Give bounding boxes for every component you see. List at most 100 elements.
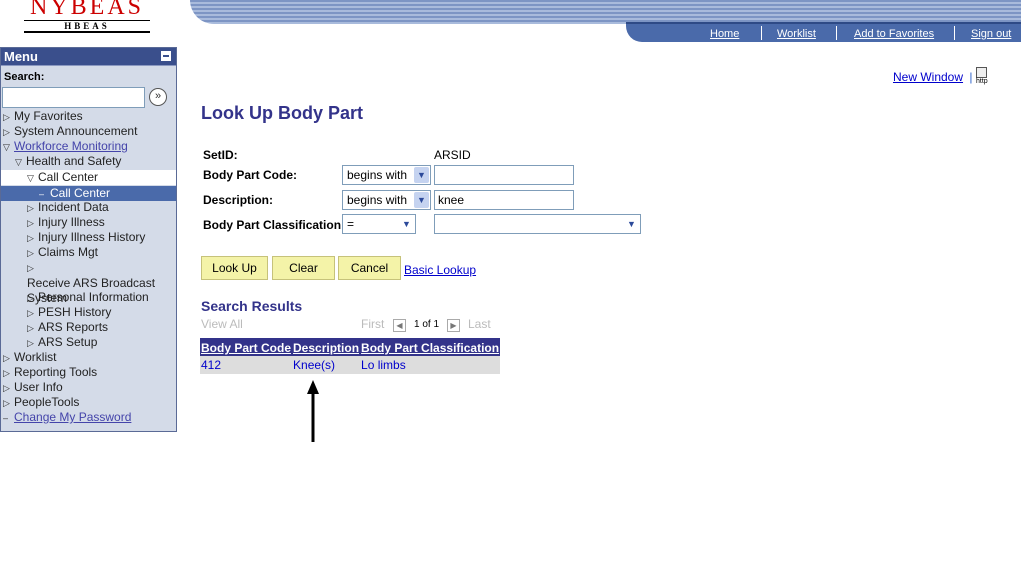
menu-item-label[interactable]: Health and Safety — [26, 154, 121, 168]
menu-item[interactable]: ▷ Injury Illness — [1, 215, 176, 230]
code-operator-value: begins with — [347, 168, 408, 182]
classification-select[interactable]: ▼ — [434, 214, 641, 234]
menu-item-label[interactable]: PeopleTools — [14, 395, 79, 409]
page-title: Look Up Body Part — [201, 103, 364, 123]
chevron-down-icon[interactable]: ▼ — [624, 216, 639, 232]
menu-item[interactable]: ▷ Reporting Tools — [1, 365, 176, 380]
menu-item-label[interactable]: Personal Information — [38, 290, 149, 304]
menu-item-label[interactable]: Claims Mgt — [38, 245, 98, 259]
code-input[interactable] — [434, 165, 574, 185]
view-all-link: View All — [201, 317, 243, 331]
menu-item-label[interactable]: Injury Illness History — [38, 230, 145, 244]
column-header-code[interactable]: Body Part Code — [200, 338, 293, 356]
menu-item[interactable]: ▷ System Announcement — [1, 124, 176, 139]
header-band — [190, 0, 1021, 24]
description-operator-select[interactable]: begins with ▼ — [342, 190, 431, 210]
menu-item-label[interactable]: Change My Password — [14, 410, 131, 424]
chevron-down-icon[interactable]: ▼ — [414, 192, 429, 208]
menu-item[interactable]: ▷ Incident Data — [1, 200, 176, 215]
triangle-right-icon: ▷ — [27, 308, 34, 318]
menu-item-label[interactable]: Worklist — [14, 350, 56, 364]
menu-item[interactable]: – Change My Password — [1, 410, 176, 425]
result-description-link[interactable]: Knee(s) — [293, 358, 335, 372]
menu-item-label[interactable]: User Info — [14, 380, 63, 394]
menu-header: Menu — [1, 48, 176, 66]
basic-lookup-link[interactable]: Basic Lookup — [404, 263, 476, 277]
triangle-right-icon: ▷ — [3, 353, 10, 363]
menu-item-label[interactable]: ARS Setup — [38, 335, 97, 349]
chevron-down-icon[interactable]: ▼ — [414, 167, 429, 183]
clear-button[interactable]: Clear — [272, 256, 335, 280]
search-label: Search: — [4, 71, 45, 83]
menu-item-label[interactable]: PESH History — [38, 305, 111, 319]
logo-title: NYBEAS — [29, 0, 144, 20]
result-code-link[interactable]: 412 — [201, 358, 221, 372]
classification-operator-select[interactable]: = ▼ — [342, 214, 416, 234]
search-go-icon[interactable]: » — [149, 88, 167, 106]
menu-search-input[interactable] — [2, 87, 145, 108]
classification-operator-value: = — [347, 217, 355, 231]
table-row: 412 Knee(s) Lo limbs — [200, 356, 501, 374]
triangle-right-icon: ▷ — [27, 203, 34, 213]
menu-item-label[interactable]: My Favorites — [14, 109, 83, 123]
triangle-right-icon: ▷ — [27, 338, 34, 348]
menu-item[interactable]: ▽ Call Center — [1, 170, 176, 185]
look-up-button[interactable]: Look Up — [201, 256, 268, 280]
last-link: Last — [468, 317, 491, 331]
home-link[interactable]: Home — [710, 28, 739, 40]
column-header-classification[interactable]: Body Part Classification — [360, 338, 501, 356]
add-to-favorites-link[interactable]: Add to Favorites — [854, 28, 934, 40]
triangle-right-icon: ▷ — [27, 233, 34, 243]
setid-label: SetID: — [203, 148, 238, 162]
menu-item[interactable]: ▷ PESH History — [1, 305, 176, 320]
code-operator-select[interactable]: begins with ▼ — [342, 165, 431, 185]
sign-out-link[interactable]: Sign out — [971, 28, 1011, 40]
triangle-right-icon: ▷ — [3, 398, 10, 408]
divider — [954, 26, 955, 40]
triangle-right-icon: ▷ — [27, 263, 34, 273]
menu-item-label[interactable]: Incident Data — [38, 200, 109, 214]
menu-item[interactable]: ▷ ARS Reports — [1, 320, 176, 335]
divider — [836, 26, 837, 40]
menu-item[interactable]: ▷ PeopleTools — [1, 395, 176, 410]
menu-item-label[interactable]: ARS Reports — [38, 320, 108, 334]
collapse-icon[interactable] — [161, 51, 171, 61]
dash-icon: – — [3, 413, 9, 423]
description-input[interactable] — [434, 190, 574, 210]
menu-item[interactable]: ▷ Claims Mgt — [1, 245, 176, 260]
triangle-right-icon: ▷ — [27, 218, 34, 228]
menu-item-label[interactable]: Injury Illness — [38, 215, 105, 229]
next-icon: ▶ — [447, 319, 460, 332]
menu-item-label[interactable]: System Announcement — [14, 124, 137, 138]
menu-item[interactable]: ▽ Health and Safety — [1, 154, 176, 169]
table-header-row: Body Part Code Description Body Part Cla… — [200, 338, 501, 356]
menu-item[interactable]: ▷ ARS Setup — [1, 335, 176, 350]
http-icon-label: http — [976, 78, 988, 85]
menu-item[interactable]: ▷Receive ARS Broadcast System — [1, 260, 176, 305]
worklist-link[interactable]: Worklist — [777, 28, 816, 40]
result-classification-link[interactable]: Lo limbs — [361, 358, 406, 372]
page-count: 1 of 1 — [414, 319, 440, 330]
new-window-link[interactable]: New Window — [893, 70, 963, 84]
setid-value: ARSID — [434, 148, 471, 162]
triangle-right-icon: ▷ — [27, 248, 34, 258]
menu-item[interactable]: ▷ Worklist — [1, 350, 176, 365]
cancel-button[interactable]: Cancel — [338, 256, 401, 280]
menu-item[interactable]: – Call Center — [1, 186, 176, 201]
menu-item-label[interactable]: Call Center — [50, 186, 110, 200]
http-icon[interactable]: http — [976, 67, 988, 86]
menu-item-label[interactable]: Call Center — [38, 170, 98, 184]
triangle-right-icon: ▷ — [3, 368, 10, 378]
column-header-description[interactable]: Description — [292, 338, 361, 356]
menu-item-label[interactable]: Reporting Tools — [14, 365, 97, 379]
menu-item[interactable]: ▷ User Info — [1, 380, 176, 395]
annotation-arrow-icon — [307, 380, 319, 442]
logo: NYBEAS HBEAS — [22, 0, 152, 33]
search-results-title: Search Results — [201, 298, 303, 314]
menu-item[interactable]: ▷ My Favorites — [1, 109, 176, 124]
menu-item[interactable]: ▷ Personal Information — [1, 290, 176, 305]
menu-item[interactable]: ▽ Workforce Monitoring — [1, 139, 176, 154]
chevron-down-icon[interactable]: ▼ — [399, 216, 414, 232]
menu-item-label[interactable]: Workforce Monitoring — [14, 139, 128, 153]
menu-item[interactable]: ▷ Injury Illness History — [1, 230, 176, 245]
